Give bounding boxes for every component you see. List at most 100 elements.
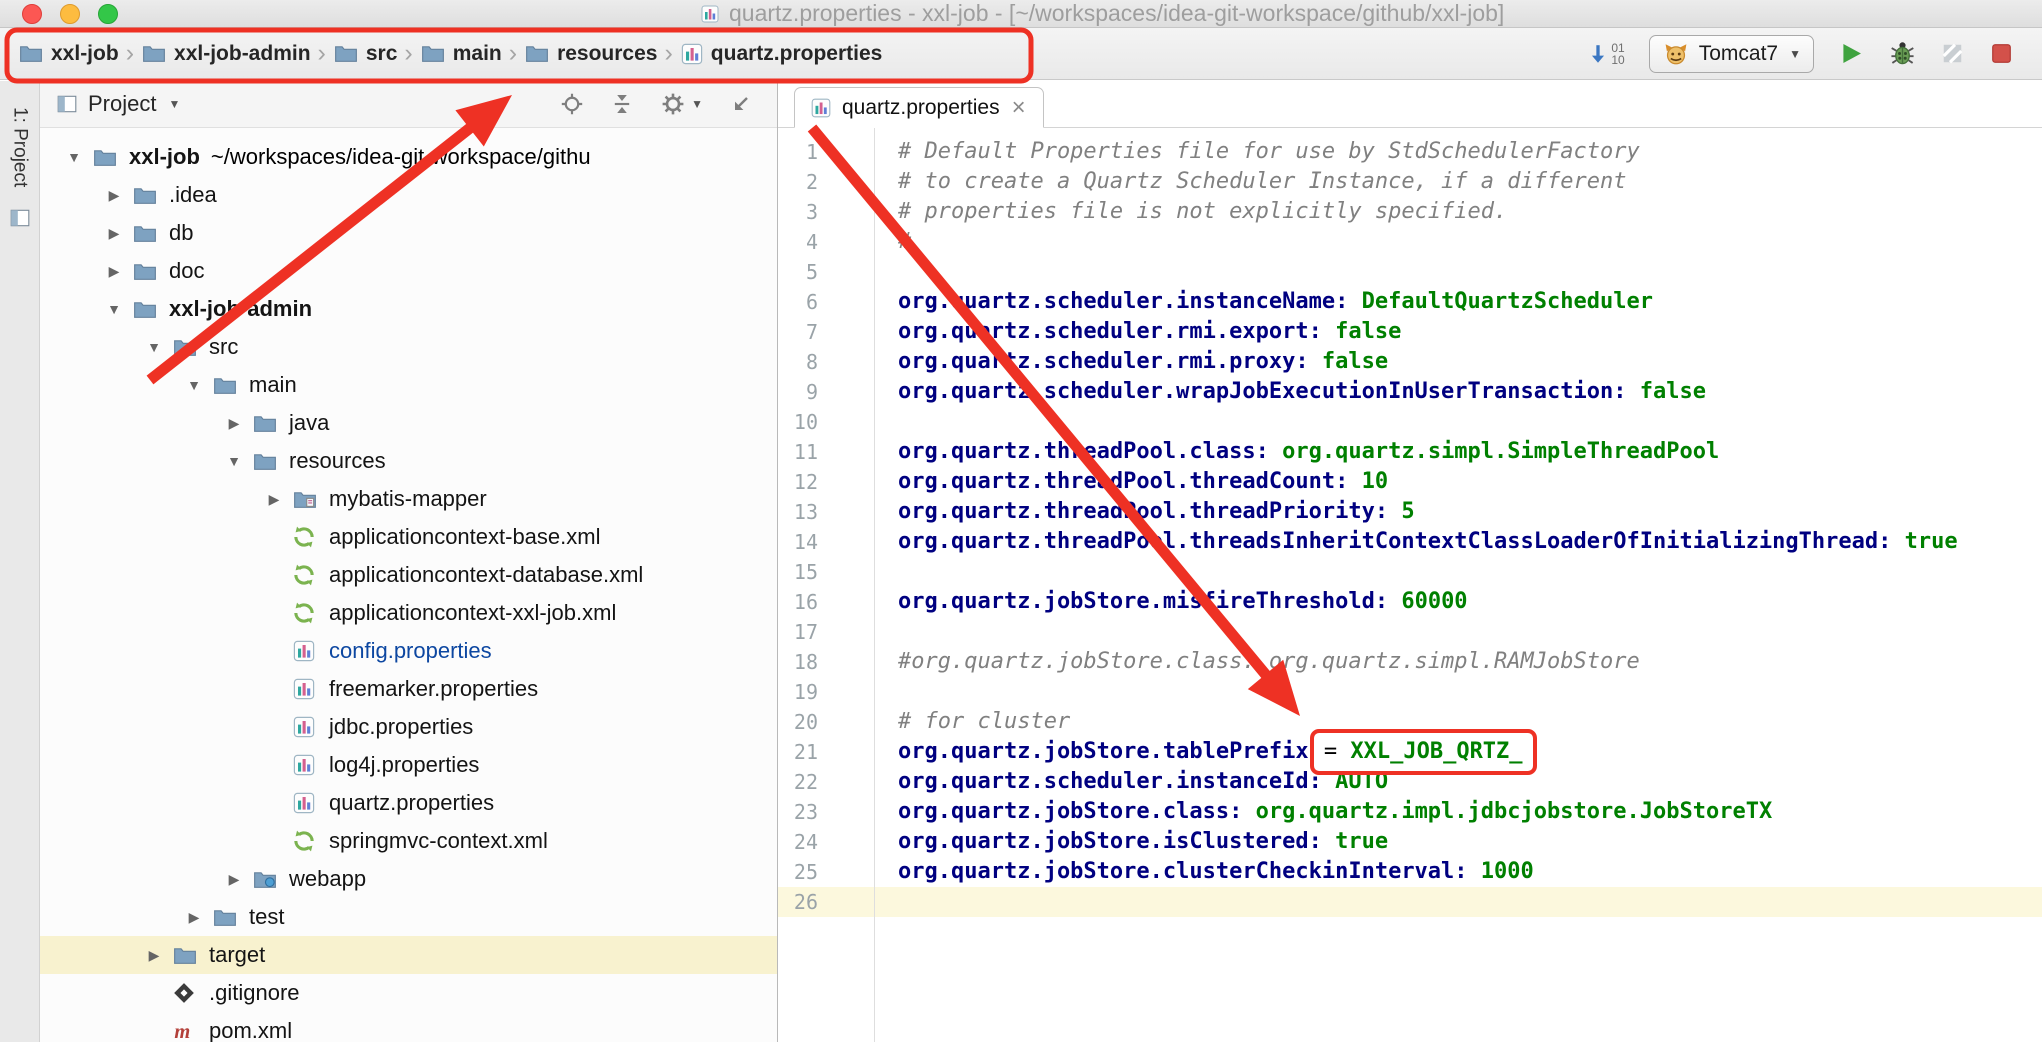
code-line-5[interactable]: 5 <box>778 257 2042 287</box>
line-number: 8 <box>778 347 874 377</box>
expander-open-icon[interactable]: ▼ <box>96 301 132 317</box>
tree-item-src[interactable]: ▼src <box>40 328 777 366</box>
incoming-changes-indicator[interactable]: 01 10 <box>1587 42 1624 66</box>
tree-item-mybatis-mapper[interactable]: ▶mybatis-mapper <box>40 480 777 518</box>
project-stripe-button[interactable]: 1: Project <box>9 107 31 187</box>
breadcrumb-item-main[interactable]: main <box>416 42 506 66</box>
svg-text:m: m <box>174 1021 190 1042</box>
expander-closed-icon[interactable]: ▶ <box>136 947 172 964</box>
run-configuration-select[interactable]: Tomcat7 ▼ <box>1649 35 1814 73</box>
expander-closed-icon[interactable]: ▶ <box>176 909 212 926</box>
line-text: org.quartz.jobStore.clusterCheckinInterv… <box>874 857 1534 887</box>
tree-item-freemarker.properties[interactable]: freemarker.properties <box>40 670 777 708</box>
tree-item-jdbc.properties[interactable]: jdbc.properties <box>40 708 777 746</box>
code-line-26[interactable]: 26 <box>778 887 2042 917</box>
line-number: 7 <box>778 317 874 347</box>
tree-item-xxl-job-admin[interactable]: ▼xxl-job-admin <box>40 290 777 328</box>
code-line-23[interactable]: 23org.quartz.jobStore.class: org.quartz.… <box>778 797 2042 827</box>
expander-closed-icon[interactable]: ▶ <box>96 187 132 204</box>
gear-icon <box>660 91 686 117</box>
code-area[interactable]: 1# Default Properties file for use by St… <box>778 128 2042 1042</box>
code-line-18[interactable]: 18#org.quartz.jobStore.class: org.quartz… <box>778 647 2042 677</box>
tree-item-resources[interactable]: ▼resources <box>40 442 777 480</box>
code-line-25[interactable]: 25org.quartz.jobStore.clusterCheckinInte… <box>778 857 2042 887</box>
stop-button[interactable] <box>1989 41 2014 66</box>
code-line-10[interactable]: 10 <box>778 407 2042 437</box>
project-panel-title[interactable]: Project <box>88 91 156 117</box>
expander-open-icon[interactable]: ▼ <box>216 453 252 469</box>
line-text: # for cluster <box>874 707 1070 737</box>
code-line-21[interactable]: 21org.quartz.jobStore.tablePrefix = XXL_… <box>778 737 2042 767</box>
expander-closed-icon[interactable]: ▶ <box>96 225 132 242</box>
tree-item-applicationcontext-xxl-job.xml[interactable]: applicationcontext-xxl-job.xml <box>40 594 777 632</box>
settings-button[interactable]: ▼ <box>660 91 703 117</box>
code-line-3[interactable]: 3# properties file is not explicitly spe… <box>778 197 2042 227</box>
code-line-11[interactable]: 11org.quartz.threadPool.class: org.quart… <box>778 437 2042 467</box>
code-line-16[interactable]: 16org.quartz.jobStore.misfireThreshold: … <box>778 587 2042 617</box>
code-line-13[interactable]: 13org.quartz.threadPool.threadPriority: … <box>778 497 2042 527</box>
expander-open-icon[interactable]: ▼ <box>136 339 172 355</box>
expander-open-icon[interactable]: ▼ <box>176 377 212 393</box>
tree-item-.idea[interactable]: ▶.idea <box>40 176 777 214</box>
close-window-icon[interactable] <box>22 4 42 24</box>
chevron-down-icon[interactable]: ▼ <box>168 97 180 111</box>
code-line-1[interactable]: 1# Default Properties file for use by St… <box>778 137 2042 167</box>
zoom-window-icon[interactable] <box>98 4 118 24</box>
tree-item-.gitignore[interactable]: .gitignore <box>40 974 777 1012</box>
locate-icon[interactable] <box>560 92 584 116</box>
breadcrumb-item-quartz.properties[interactable]: quartz.properties <box>676 42 887 66</box>
tree-item-springmvc-context.xml[interactable]: springmvc-context.xml <box>40 822 777 860</box>
close-tab-icon[interactable]: × <box>1010 98 1028 118</box>
expander-closed-icon[interactable]: ▶ <box>216 871 252 888</box>
tree-item-log4j.properties[interactable]: log4j.properties <box>40 746 777 784</box>
breadcrumb-item-src[interactable]: src <box>329 42 402 66</box>
idea-window: quartz.properties - xxl-job - [~/workspa… <box>0 0 2042 1042</box>
expander-closed-icon[interactable]: ▶ <box>216 415 252 432</box>
line-number: 2 <box>778 167 874 197</box>
project-tree: ▼xxl-job~/workspaces/idea-git-workspace/… <box>40 128 777 1042</box>
tree-item-test[interactable]: ▶test <box>40 898 777 936</box>
tree-item-target[interactable]: ▶target <box>40 936 777 974</box>
tree-item-db[interactable]: ▶db <box>40 214 777 252</box>
code-line-8[interactable]: 8org.quartz.scheduler.rmi.proxy: false <box>778 347 2042 377</box>
code-line-17[interactable]: 17 <box>778 617 2042 647</box>
code-line-12[interactable]: 12org.quartz.threadPool.threadCount: 10 <box>778 467 2042 497</box>
minimize-window-icon[interactable] <box>60 4 80 24</box>
code-line-19[interactable]: 19 <box>778 677 2042 707</box>
tab-quartz-properties[interactable]: quartz.properties × <box>794 87 1044 128</box>
tree-item-java[interactable]: ▶java <box>40 404 777 442</box>
collapse-all-icon[interactable] <box>610 92 634 116</box>
tree-item-webapp[interactable]: ▶webapp <box>40 860 777 898</box>
code-line-6[interactable]: 6org.quartz.scheduler.instanceName: Defa… <box>778 287 2042 317</box>
code-line-4[interactable]: 4# <box>778 227 2042 257</box>
code-line-9[interactable]: 9org.quartz.scheduler.wrapJobExecutionIn… <box>778 377 2042 407</box>
code-line-7[interactable]: 7org.quartz.scheduler.rmi.export: false <box>778 317 2042 347</box>
expander-open-icon[interactable]: ▼ <box>56 149 92 165</box>
code-line-14[interactable]: 14org.quartz.threadPool.threadsInheritCo… <box>778 527 2042 557</box>
tree-item-pom.xml[interactable]: m pom.xml <box>40 1012 777 1042</box>
expander-closed-icon[interactable]: ▶ <box>96 263 132 280</box>
breadcrumb-item-xxl-job-admin[interactable]: xxl-job-admin <box>137 42 315 66</box>
tree-item-xxl-job[interactable]: ▼xxl-job~/workspaces/idea-git-workspace/… <box>40 138 777 176</box>
coverage-button[interactable] <box>1940 41 1965 66</box>
tree-item-doc[interactable]: ▶doc <box>40 252 777 290</box>
tab-label: quartz.properties <box>842 96 1000 120</box>
breadcrumb-item-xxl-job[interactable]: xxl-job <box>14 42 123 66</box>
run-button[interactable] <box>1838 40 1865 67</box>
code-line-2[interactable]: 2# to create a Quartz Scheduler Instance… <box>778 167 2042 197</box>
tree-item-label: pom.xml <box>209 1018 292 1042</box>
expander-closed-icon[interactable]: ▶ <box>256 491 292 508</box>
tree-item-quartz.properties[interactable]: quartz.properties <box>40 784 777 822</box>
tree-item-main[interactable]: ▼main <box>40 366 777 404</box>
tree-item-applicationcontext-base.xml[interactable]: applicationcontext-base.xml <box>40 518 777 556</box>
tool-window-icon[interactable] <box>9 207 31 229</box>
code-line-24[interactable]: 24org.quartz.jobStore.isClustered: true <box>778 827 2042 857</box>
project-view-icon <box>56 93 78 115</box>
breadcrumb-item-resources[interactable]: resources <box>520 42 661 66</box>
debug-button[interactable] <box>1889 40 1916 67</box>
folder-icon <box>212 904 242 930</box>
tree-item-config.properties[interactable]: config.properties <box>40 632 777 670</box>
hide-panel-icon[interactable] <box>729 92 753 116</box>
tree-item-applicationcontext-database.xml[interactable]: applicationcontext-database.xml <box>40 556 777 594</box>
code-line-15[interactable]: 15 <box>778 557 2042 587</box>
